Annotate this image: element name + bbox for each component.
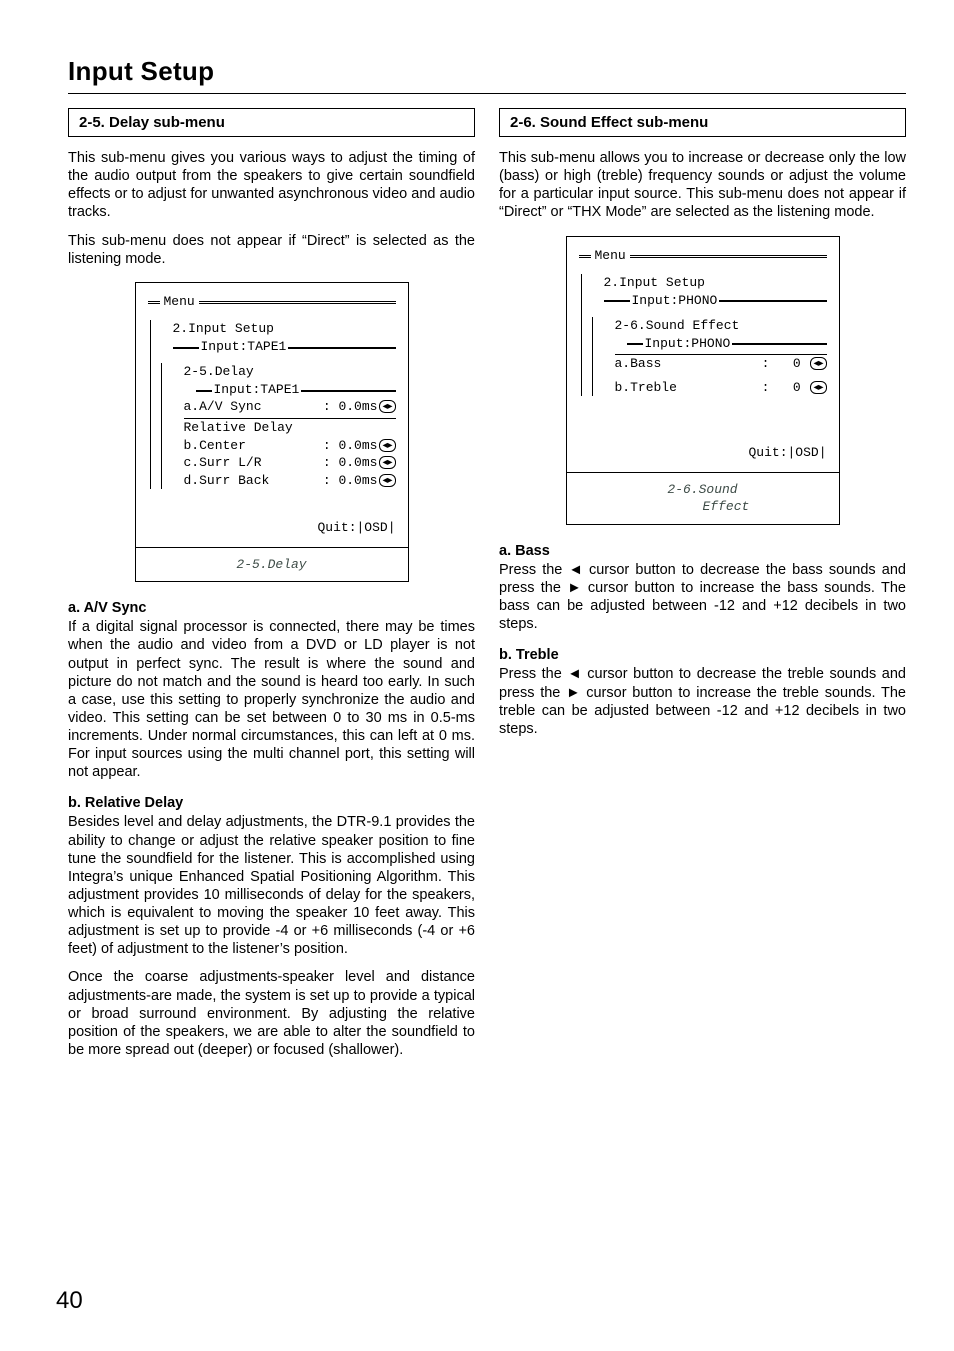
left-right-icon: ◂▸ [379,456,395,469]
osd-bass-label: a.Bass [615,355,662,373]
left-right-icon: ◂▸ [810,381,826,394]
delay-osd-panel: Menu 2.Input Setup Input:TAPE1 [135,282,409,583]
osd-menu-label: Menu [591,247,630,265]
osd-quit-hint: Quit:|OSD| [579,444,827,462]
osd-treble-row[interactable]: b.Treble : 0 ◂▸ [601,379,827,397]
osd-input-1: Input:TAPE1 [199,338,289,356]
osd-center-row[interactable]: b.Center : 0.0ms◂▸ [170,437,396,455]
osd-menu-title-row: Menu [148,293,396,311]
left-right-icon: ◂▸ [379,439,395,452]
osd-bass-row[interactable]: a.Bass : 0 ◂▸ [601,355,827,373]
osd-menu-title-row: Menu [579,247,827,265]
page-number: 40 [56,1287,83,1315]
osd-input-1: Input:PHONO [630,292,720,310]
osd-av-sync-row[interactable]: a.A/V Sync : 0.0ms◂▸ [170,398,396,416]
relative-delay-body-2: Once the coarse adjustments-speaker leve… [68,968,475,1059]
sound-effect-submenu-header: 2-6. Sound Effect sub-menu [499,108,906,137]
osd-breadcrumb-1: 2.Input Setup [590,274,827,292]
osd-breadcrumb-1: 2.Input Setup [159,320,396,338]
osd-back-value: 0.0ms [338,473,377,488]
osd-input-2: Input:TAPE1 [212,381,302,399]
osd-av-sync-label: a.A/V Sync [184,398,262,416]
delay-intro-1: This sub-menu gives you various ways to … [68,149,475,222]
divider [68,93,906,94]
left-right-icon: ◂▸ [379,474,395,487]
av-sync-body: If a digital signal processor is connect… [68,618,475,781]
sound-effect-intro: This sub-menu allows you to increase or … [499,149,906,222]
page-title: Input Setup [68,56,906,87]
relative-delay-body-1: Besides level and delay adjustments, the… [68,813,475,958]
osd-back-label: d.Surr Back [184,472,270,490]
osd-relative-delay-title: Relative Delay [170,419,396,437]
two-column-layout: 2-5. Delay sub-menu This sub-menu gives … [68,108,906,1069]
left-right-icon: ◂▸ [810,357,826,370]
osd-back-row[interactable]: d.Surr Back : 0.0ms◂▸ [170,472,396,490]
osd-input-2: Input:PHONO [643,335,733,353]
osd-center-value: 0.0ms [338,438,377,453]
delay-intro-2: This sub-menu does not appear if “Direct… [68,232,475,268]
osd-treble-value: 0 [793,380,801,395]
osd-treble-label: b.Treble [615,379,677,397]
treble-heading: b. Treble [499,647,906,663]
osd-bass-value: 0 [793,356,801,371]
osd-surr-row[interactable]: c.Surr L/R : 0.0ms◂▸ [170,454,396,472]
relative-delay-heading: b. Relative Delay [68,795,475,811]
osd-surr-value: 0.0ms [338,455,377,470]
left-right-icon: ◂▸ [379,400,395,413]
right-column: 2-6. Sound Effect sub-menu This sub-menu… [499,108,906,1069]
av-sync-heading: a. A/V Sync [68,600,475,616]
osd-caption: 2-5.Delay [136,547,408,582]
osd-av-sync-value: 0.0ms [338,399,377,414]
osd-center-label: b.Center [184,437,246,455]
osd-caption: 2-6.Sound Effect [567,472,839,524]
treble-body: Press the ◄ cursor button to decrease th… [499,665,906,738]
left-column: 2-5. Delay sub-menu This sub-menu gives … [68,108,475,1069]
osd-menu-label: Menu [160,293,199,311]
osd-quit-hint: Quit:|OSD| [148,519,396,537]
delay-submenu-header: 2-5. Delay sub-menu [68,108,475,137]
osd-surr-label: c.Surr L/R [184,454,262,472]
osd-breadcrumb-2: 2-6.Sound Effect [601,317,827,335]
bass-body: Press the ◄ cursor button to decrease th… [499,561,906,634]
sound-effect-osd-panel: Menu 2.Input Setup Input:PHONO [566,236,840,525]
osd-breadcrumb-2: 2-5.Delay [170,363,396,381]
bass-heading: a. Bass [499,543,906,559]
